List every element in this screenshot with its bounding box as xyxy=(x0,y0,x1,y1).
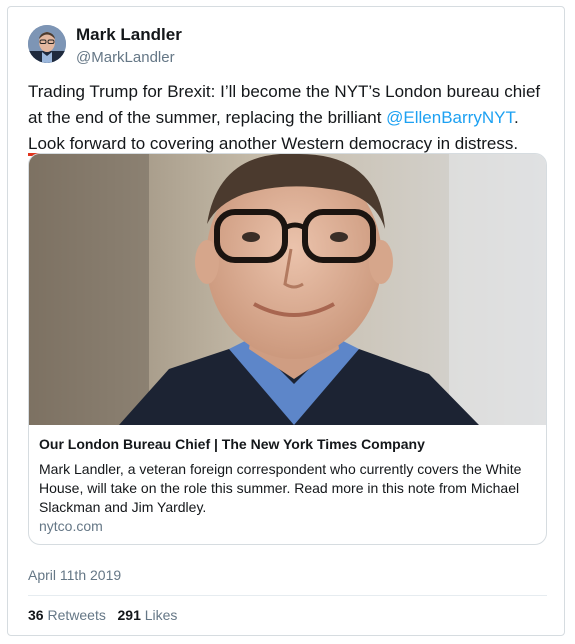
author-handle[interactable]: @MarkLandler xyxy=(76,49,175,66)
highlighted-text: Look forward to covering another Western… xyxy=(28,134,514,153)
retweets-label: Retweets xyxy=(47,607,106,623)
tweet-text: Trading Trump for Brexit: I’ll become th… xyxy=(28,79,548,157)
avatar-image xyxy=(28,25,66,63)
divider xyxy=(28,595,547,596)
card-title[interactable]: Our London Bureau Chief | The New York T… xyxy=(39,436,539,452)
likes-count: 291 xyxy=(117,607,141,623)
tweet-text-part: . xyxy=(513,134,519,153)
retweets-count: 36 xyxy=(28,607,44,623)
link-preview-card[interactable]: Our London Bureau Chief | The New York T… xyxy=(28,153,547,545)
tweet-text-part: . xyxy=(513,108,519,127)
tweet-date[interactable]: April 11th 2019 xyxy=(28,567,121,583)
mention-link[interactable]: @EllenBarryNYT xyxy=(386,108,514,127)
card-domain: nytco.com xyxy=(39,518,103,534)
author-name[interactable]: Mark Landler xyxy=(76,25,182,45)
tweet-stats: 36 Retweets 291 Likes xyxy=(28,607,177,623)
tweet-card: Mark Landler @MarkLandler Trading Trump … xyxy=(7,6,565,636)
avatar[interactable] xyxy=(28,25,66,63)
retweets-stat[interactable]: 36 Retweets xyxy=(28,607,106,623)
card-description: Mark Landler, a veteran foreign correspo… xyxy=(39,461,522,515)
card-photo xyxy=(29,154,546,425)
likes-label: Likes xyxy=(144,607,178,623)
likes-stat[interactable]: 291 Likes xyxy=(118,607,178,623)
